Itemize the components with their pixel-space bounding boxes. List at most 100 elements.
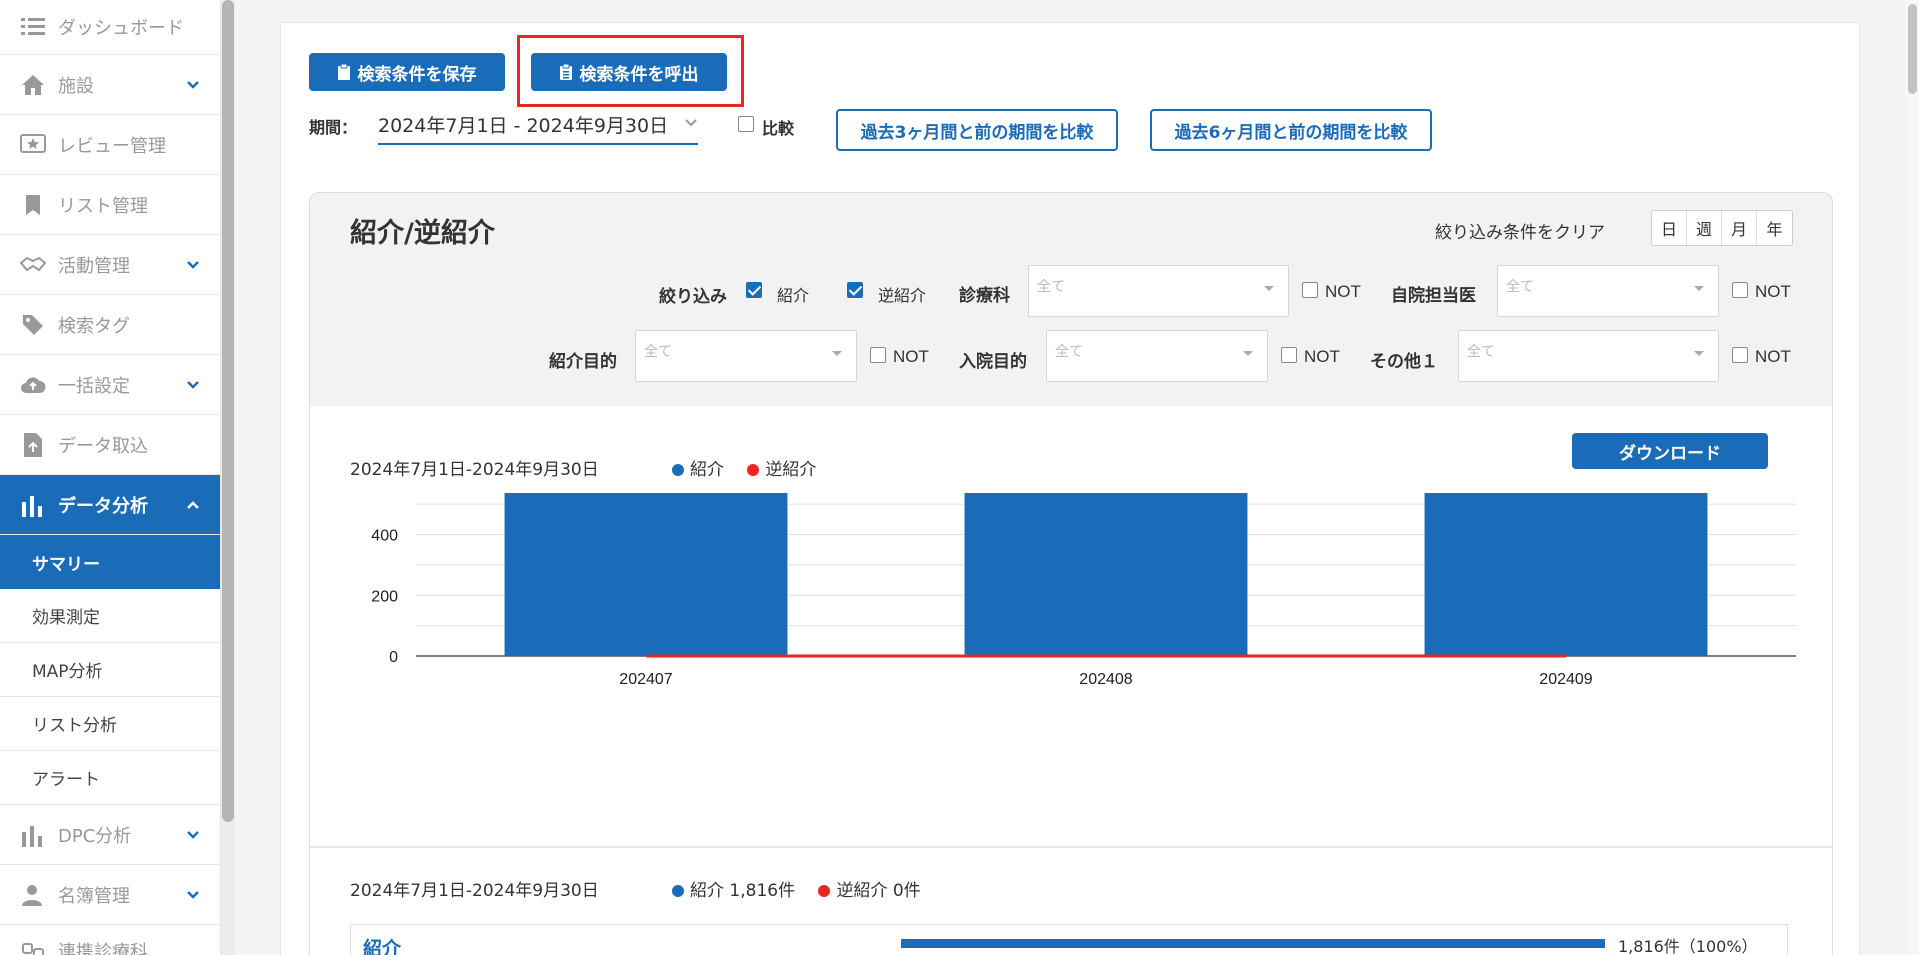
link-icon xyxy=(20,938,46,955)
period-value: 2024年7月1日 - 2024年9月30日 xyxy=(378,115,669,137)
sidebar-subitem-list-analysis[interactable]: リスト分析 xyxy=(0,697,220,751)
sidebar-subitem-summary[interactable]: サマリー xyxy=(0,535,220,589)
granularity-day[interactable]: 日 xyxy=(1652,211,1687,245)
dept-not-label: NOT xyxy=(1325,282,1361,301)
sidebar-subitem-map[interactable]: MAP分析 xyxy=(0,643,220,697)
other-label: その他１ xyxy=(1370,352,1438,372)
filter-referral-checkbox[interactable] xyxy=(746,282,762,298)
admission-not-label: NOT xyxy=(1304,347,1340,366)
chevron-up-icon xyxy=(187,500,199,509)
sidebar-scrollbar-thumb[interactable] xyxy=(222,0,234,822)
sidebar-item-activity[interactable]: 活動管理 xyxy=(0,235,220,295)
sidebar-subitem-alert[interactable]: アラート xyxy=(0,751,220,805)
sidebar-item-data-import[interactable]: データ取込 xyxy=(0,415,220,475)
save-search-label: 検索条件を保存 xyxy=(357,64,477,85)
dept-not-checkbox[interactable] xyxy=(1302,282,1318,298)
other-select[interactable]: 全て xyxy=(1458,330,1719,382)
sidebar-subitem-effect[interactable]: 効果測定 xyxy=(0,589,220,643)
chevron-down-icon xyxy=(187,80,199,89)
load-search-button[interactable]: 検索条件を呼出 xyxy=(531,53,727,91)
period-picker[interactable]: 2024年7月1日 - 2024年9月30日 xyxy=(378,103,698,145)
sidebar-item-label: 一括設定 xyxy=(58,375,130,397)
compare-checkbox[interactable] xyxy=(738,116,754,132)
bar-202407 xyxy=(504,493,788,656)
legend-dot-reverse xyxy=(747,464,760,476)
card-header: 紹介/逆紹介 絞り込み条件をクリア 日 週 月 年 絞り込み 紹介 逆紹介 診療… xyxy=(310,193,1832,406)
compare-label: 比較 xyxy=(762,119,795,138)
y-tick-label: 0 xyxy=(389,649,398,666)
tag-icon xyxy=(20,312,46,338)
x-tick-label: 202409 xyxy=(1539,671,1592,688)
bar-chart: 0200400600800202407202408202409 xyxy=(371,493,1796,688)
sidebar-item-linked-dept[interactable]: 連携診療科 xyxy=(0,925,220,955)
summary-period: 2024年7月1日-2024年9月30日 xyxy=(350,881,599,901)
sidebar-item-list[interactable]: リスト管理 xyxy=(0,175,220,235)
load-search-label: 検索条件を呼出 xyxy=(579,64,699,85)
sidebar: ダッシュボード 施設 レビュー管理 リスト管理 活動管理 検索タグ 一括設定 デ… xyxy=(0,0,221,955)
summary-row-value: 1,816件（100%） xyxy=(1618,937,1758,955)
sidebar-item-search-tag[interactable]: 検索タグ xyxy=(0,295,220,355)
granularity-month[interactable]: 月 xyxy=(1722,211,1757,245)
sidebar-item-review[interactable]: レビュー管理 xyxy=(0,115,220,175)
chevron-down-icon xyxy=(187,380,199,389)
granularity-toggle: 日 週 月 年 xyxy=(1651,210,1793,246)
compare-3m-button[interactable]: 過去3ヶ月間と前の期間を比較 xyxy=(836,109,1118,151)
legend-reverse-label: 逆紹介 xyxy=(765,460,817,480)
legend-dot-referral xyxy=(672,464,684,476)
other-not-label: NOT xyxy=(1755,347,1791,366)
sidebar-item-label: 連携診療科 xyxy=(58,942,148,955)
chevron-down-icon xyxy=(187,260,199,269)
period-label: 期間： xyxy=(309,118,358,137)
dept-select[interactable]: 全て xyxy=(1028,265,1289,317)
admission-select[interactable]: 全て xyxy=(1046,330,1268,382)
dept-label: 診療科 xyxy=(959,286,1010,306)
doctor-select[interactable]: 全て xyxy=(1497,265,1719,317)
sidebar-scrollbar[interactable] xyxy=(221,0,235,955)
sidebar-item-label: DPC分析 xyxy=(58,825,132,847)
filter-reverse-checkbox[interactable] xyxy=(847,282,863,298)
bar-202408 xyxy=(964,493,1248,656)
card-title: 紹介/逆紹介 xyxy=(350,218,495,249)
doctor-not-checkbox[interactable] xyxy=(1732,282,1748,298)
bar-202409 xyxy=(1424,493,1708,656)
handshake-icon xyxy=(20,252,46,278)
doctor-not-label: NOT xyxy=(1755,282,1791,301)
main-panel: 検索条件を保存 検索条件を呼出 期間： 2024年7月1日 - 2024年9月3… xyxy=(280,22,1860,955)
sidebar-item-roster[interactable]: 名簿管理 xyxy=(0,865,220,925)
doctor-label: 自院担当医 xyxy=(1391,286,1476,306)
page-scrollbar[interactable] xyxy=(1906,0,1919,955)
other-not-checkbox[interactable] xyxy=(1732,347,1748,363)
compare-6m-button[interactable]: 過去6ヶ月間と前の期間を比較 xyxy=(1150,109,1432,151)
sidebar-item-dashboard[interactable]: ダッシュボード xyxy=(0,0,220,55)
chart-period: 2024年7月1日-2024年9月30日 xyxy=(350,460,599,480)
sidebar-item-bulk-settings[interactable]: 一括設定 xyxy=(0,355,220,415)
clear-filters-link[interactable]: 絞り込み条件をクリア xyxy=(1435,218,1605,243)
download-button[interactable]: ダウンロード xyxy=(1572,433,1768,469)
clipboard-icon xyxy=(337,64,350,80)
x-tick-label: 202408 xyxy=(1079,671,1132,688)
summary-dot-reverse xyxy=(818,885,831,897)
summary-row-label: 紹介 xyxy=(363,938,402,955)
sidebar-item-dpc[interactable]: DPC分析 xyxy=(0,805,220,865)
chevron-down-icon xyxy=(685,119,697,127)
sidebar-item-label: リスト管理 xyxy=(58,195,148,217)
granularity-year[interactable]: 年 xyxy=(1757,211,1792,245)
page-scrollbar-thumb[interactable] xyxy=(1908,4,1917,94)
granularity-week[interactable]: 週 xyxy=(1687,211,1722,245)
summary-bar-track xyxy=(901,939,1605,948)
sidebar-item-label: レビュー管理 xyxy=(58,135,166,157)
purpose-select[interactable]: 全て xyxy=(635,330,857,382)
admission-label: 入院目的 xyxy=(959,352,1027,372)
summary-dot-referral xyxy=(672,885,684,897)
section-divider xyxy=(310,846,1832,848)
save-search-button[interactable]: 検索条件を保存 xyxy=(309,53,505,91)
chevron-down-icon xyxy=(187,830,199,839)
sidebar-item-label: データ分析 xyxy=(58,495,148,517)
sidebar-item-data-analysis[interactable]: データ分析 xyxy=(0,475,220,535)
review-icon xyxy=(20,132,46,158)
sidebar-item-facility[interactable]: 施設 xyxy=(0,55,220,115)
purpose-not-checkbox[interactable] xyxy=(870,347,886,363)
chart-legend: 紹介 逆紹介 xyxy=(672,455,816,480)
clipboard-list-icon xyxy=(559,64,572,80)
admission-not-checkbox[interactable] xyxy=(1281,347,1297,363)
